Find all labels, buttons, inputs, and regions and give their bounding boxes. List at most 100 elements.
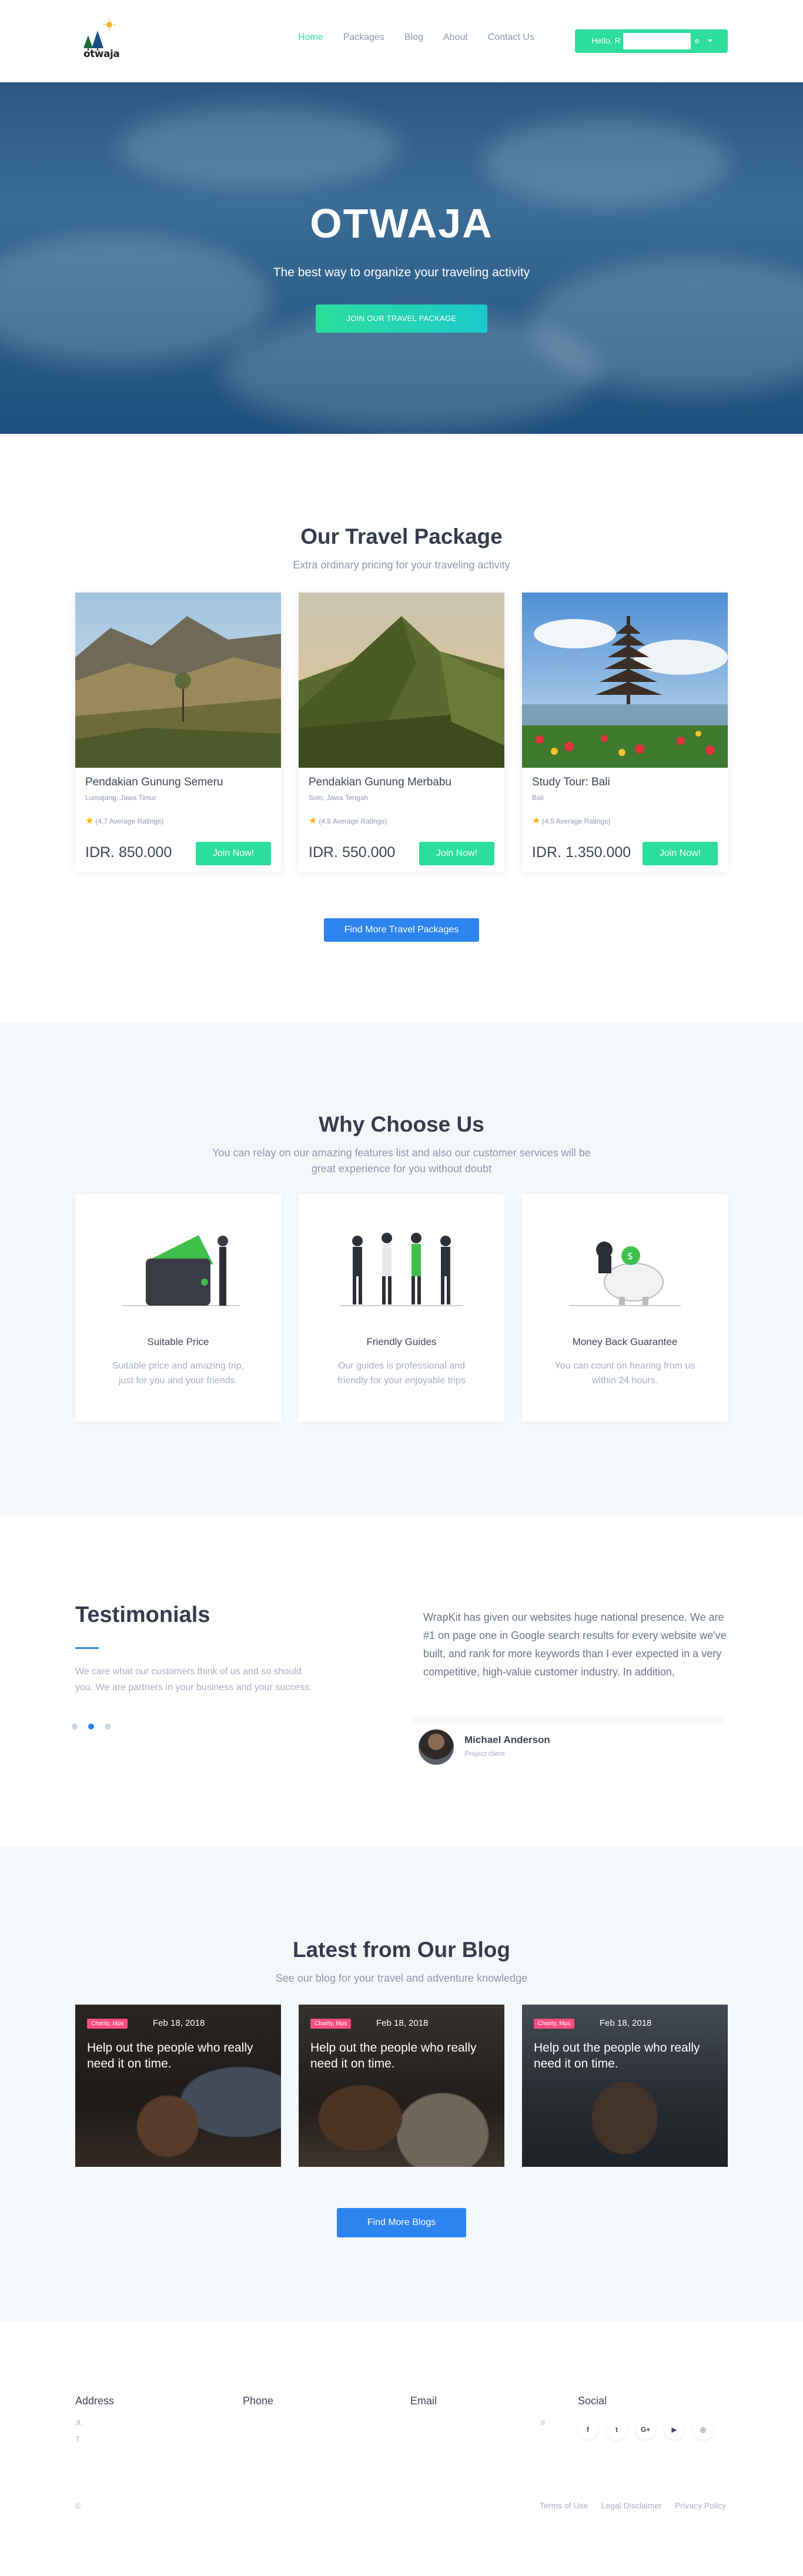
blog-post-card[interactable]: Charity, Mps Feb 18, 2018 Help out the p… [75,2005,281,2167]
hero-cloud [118,106,400,188]
wallet-illustration-icon [122,1235,240,1306]
blog-title: Latest from Our Blog [292,1938,511,1962]
join-now-button[interactable]: Join Now! [419,842,494,865]
quote-divider [411,1715,723,1724]
blog-post-card[interactable]: Charity, Mps Feb 18, 2018 Help out the p… [522,2005,728,2167]
blog-post-card[interactable]: Charity, Mps Feb 18, 2018 Help out the p… [299,2005,504,2167]
svg-text:$: $ [627,1250,633,1262]
blog-tag[interactable]: Charity, Mps [87,2019,128,2029]
google-plus-icon[interactable]: G+ [635,2420,655,2440]
feature-title: Suitable Price [147,1336,209,1347]
blog-title-text[interactable]: Help out the people who really need it o… [534,2040,710,2072]
feature-title: Friendly Guides [366,1336,437,1347]
footer-email-heading: Email [410,2395,437,2407]
star-icon: ★ [85,816,94,826]
packages-subtitle: Extra ordinary pricing for your travelin… [293,559,510,571]
join-now-button[interactable]: Join Now! [196,842,271,865]
terms-link[interactable]: Terms of Use [540,2501,588,2510]
why-title: Why Choose Us [319,1112,484,1136]
navbar: otwaja Home Packages Blog About Contact … [0,0,803,82]
chevron-down-icon [708,39,712,42]
package-image-bali [522,593,728,768]
package-card[interactable]: Pendakian Gunung Semeru Lumajang, Jawa T… [75,593,281,872]
feature-card: $ Money Back Guarantee You can count on … [522,1194,728,1421]
carousel-dot[interactable] [72,1724,78,1729]
star-icon: ★ [309,816,317,826]
packages-title: Our Travel Package [300,524,503,548]
user-dropdown-button[interactable]: Hello, R e [575,29,728,53]
hero-subtitle: The best way to organize your traveling … [273,266,530,279]
hero-banner: OTWAJA The best way to organize your tra… [0,82,803,434]
user-greeting: Hello, R [591,36,621,45]
instagram-icon[interactable]: ◎ [693,2420,713,2440]
blog-subtitle: See our blog for your travel and adventu… [275,1972,528,1984]
nav-link-about[interactable]: About [433,32,478,43]
testimonial-role: Project client [464,1749,505,1758]
package-card[interactable]: Pendakian Gunung Merbabu Solo, Jawa Teng… [299,593,504,872]
package-rating: ★ (4.7 Average Ratings) [85,816,164,826]
package-rating: ★ (4.5 Average Ratings) [532,816,611,826]
package-price: IDR. 850.000 [85,844,172,861]
copyright-text: © [75,2502,81,2510]
footer-address-heading: Address [75,2395,115,2407]
testimonial-author: Michael Anderson [464,1734,550,1745]
feature-card: Suitable Price Suitable price and amazin… [75,1194,281,1421]
user-greeting-end: e [695,36,700,45]
footer-links: Terms of Use Legal Disclaimer Privacy Po… [540,2501,726,2510]
package-price: IDR. 1.350.000 [532,844,631,861]
hero-cloud [482,118,729,206]
carousel-dot[interactable] [105,1724,111,1729]
social-links: f t G+ ▶ ◎ [578,2420,713,2440]
avatar [419,1729,454,1765]
blog-date: Feb 18, 2018 [153,2018,205,2028]
package-location: Bali [532,794,544,802]
youtube-icon[interactable]: ▶ [664,2420,684,2440]
feature-card: Friendly Guides Our guides is profession… [299,1194,504,1421]
nav-link-blog[interactable]: Blog [394,32,433,43]
testimonial-quote: WrapKit has given our websites huge nati… [423,1611,727,1678]
blog-tag[interactable]: Charity, Mps [534,2019,575,2029]
footer-address-line: T [75,2435,80,2443]
why-subtitle-line1: You can relay on our amazing features li… [212,1147,591,1159]
carousel-dots [72,1724,111,1729]
nav-link-contact[interactable]: Contact Us [478,32,544,43]
piggy-bank-illustration-icon: $ [569,1242,681,1306]
feature-title: Money Back Guarantee [572,1336,678,1347]
nav-links: Home Packages Blog About Contact Us [288,32,544,43]
footer-social-heading: Social [578,2395,607,2407]
why-subtitle-line2: great experience for you without doubt [311,1163,492,1175]
package-card[interactable]: Study Tour: Bali Bali ★ (4.5 Average Rati… [522,593,728,872]
package-price: IDR. 550.000 [309,844,396,861]
blog-title-text[interactable]: Help out the people who really need it o… [310,2040,487,2072]
star-icon: ★ [532,816,541,826]
redacted-username [623,33,691,49]
footer-email-line: ri [541,2418,545,2427]
blog-title-text[interactable]: Help out the people who really need it o… [87,2040,263,2072]
join-now-button[interactable]: Join Now! [643,842,718,865]
legal-disclaimer-link[interactable]: Legal Disclaimer [601,2501,661,2510]
package-image-semeru [75,593,281,768]
facebook-icon[interactable]: f [578,2420,598,2440]
hero-cloud [0,235,270,364]
privacy-policy-link[interactable]: Privacy Policy [675,2501,726,2510]
footer-phone-heading: Phone [243,2395,274,2407]
nav-link-home[interactable]: Home [288,32,333,43]
testimonials-title: Testimonials [75,1603,210,1627]
package-image-merbabu [299,593,504,768]
footer-address-line: Jl. [75,2418,82,2427]
blog-date: Feb 18, 2018 [376,2018,429,2028]
hero-title: OTWAJA [310,200,493,246]
package-location: Lumajang, Jawa Timur [85,794,156,802]
nav-link-packages[interactable]: Packages [333,32,394,43]
feature-description: You can count on hearing from us within 2… [554,1361,695,1386]
join-travel-package-button[interactable]: JOIN OUR TRAVEL PACKAGE [316,305,487,333]
twitter-icon[interactable]: t [607,2420,627,2440]
find-more-blogs-button[interactable]: Find More Blogs [337,2208,466,2237]
blog-tag[interactable]: Charity, Mps [310,2019,352,2029]
carousel-dot-active[interactable] [88,1724,94,1729]
package-title: Pendakian Gunung Semeru [85,776,223,788]
logo-text[interactable]: otwaja [83,48,120,60]
find-more-packages-button[interactable]: Find More Travel Packages [324,918,479,942]
blog-date: Feb 18, 2018 [600,2018,652,2028]
title-underline [75,1647,99,1649]
